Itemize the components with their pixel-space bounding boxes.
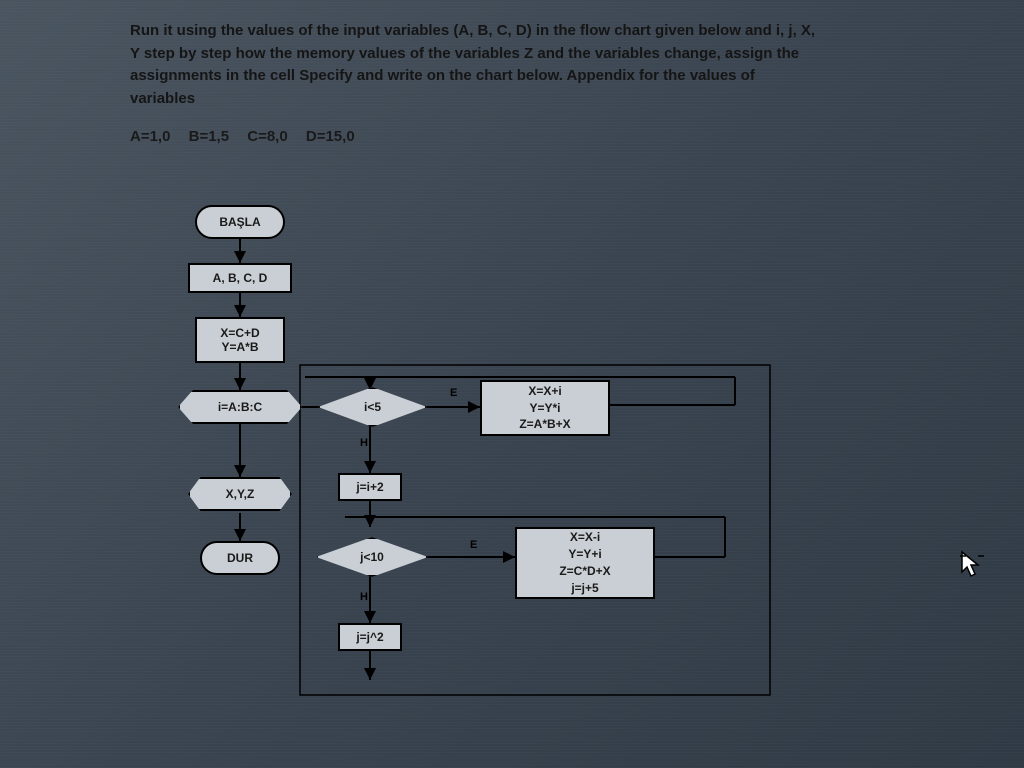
terminal-start: BAŞLA [195, 205, 285, 239]
value-d: D=15,0 [306, 128, 355, 145]
process-block-2: X=X-i Y=Y+i Z=C*D+X j=j+5 [515, 527, 655, 599]
flowchart: BAŞLA A, B, C, D X=C+D Y=A*B i=A:B:C X,Y… [170, 205, 890, 745]
edge-label-h2: H [360, 591, 368, 603]
terminal-stop: DUR [200, 541, 280, 575]
assign-j: j=i+2 [338, 473, 402, 501]
line1: Run it using the values of the input var… [130, 22, 815, 39]
value-b: B=1,5 [189, 128, 229, 145]
init-box: X=C+D Y=A*B [195, 317, 285, 363]
loop-setup-hex: i=A:B:C [180, 390, 300, 424]
output-hex: X,Y,Z [190, 477, 290, 511]
line2: Y step by step how the memory values of … [130, 45, 799, 62]
edge-label-e2: E [470, 539, 477, 551]
decision-j-lt-10: j<10 [318, 537, 426, 577]
input-box: A, B, C, D [188, 263, 292, 293]
value-c: C=8,0 [247, 128, 287, 145]
value-a: A=1,0 [130, 128, 170, 145]
process-block-1: X=X+i Y=Y*i Z=A*B+X [480, 380, 610, 436]
update-j: j=j^2 [338, 623, 402, 651]
line4: variables [130, 90, 195, 107]
problem-statement: Run it using the values of the input var… [130, 20, 870, 110]
edge-label-e1: E [450, 387, 457, 399]
input-values: A=1,0 B=1,5 C=8,0 D=15,0 [130, 128, 944, 145]
cursor-icon [958, 550, 984, 585]
edge-label-h1: H [360, 437, 368, 449]
line3: assignments in the cell Specify and writ… [130, 67, 755, 84]
decision-i-lt-5: i<5 [320, 387, 425, 427]
